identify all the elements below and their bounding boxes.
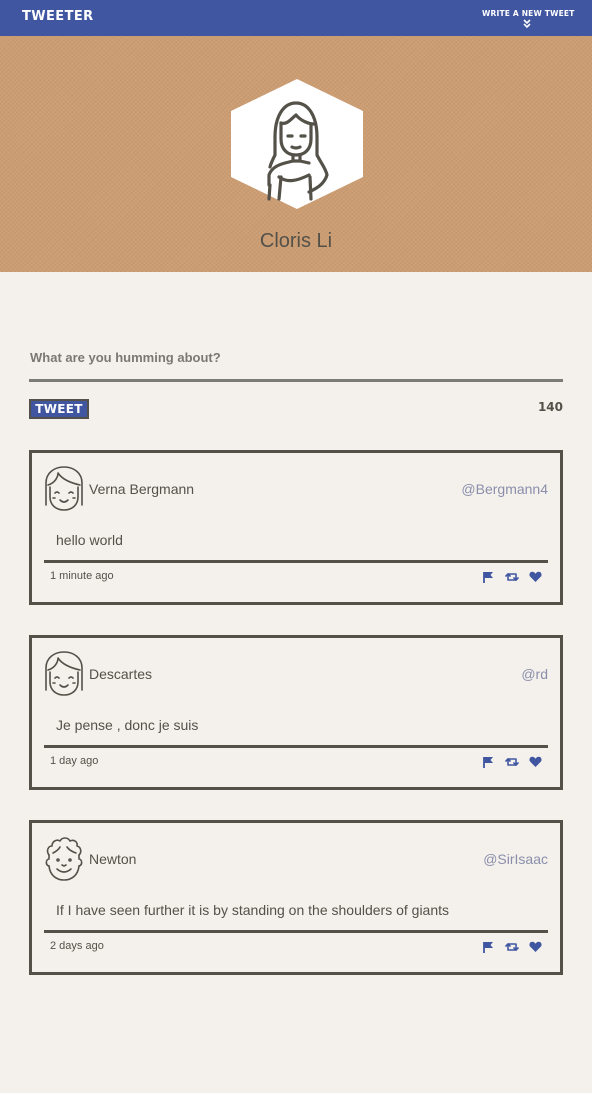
tweet-divider [44, 930, 548, 933]
brand-logo[interactable]: TWEETER [22, 9, 94, 24]
write-new-tweet-toggle[interactable]: WRITE A NEW TWEET [482, 8, 575, 30]
tweet-submit-button[interactable]: TWEET [29, 399, 89, 419]
profile-name: Cloris Li [259, 230, 333, 252]
tweet-timestamp: 2 days ago [50, 940, 104, 952]
tweet-author-name: Newton [89, 851, 137, 867]
tweet-text: Je pense , donc je suis [56, 717, 199, 733]
tweet-text: hello world [56, 532, 123, 548]
tweet-card: Descartes @rd Je pense , donc je suis 1 … [29, 635, 563, 790]
profile-avatar [231, 79, 363, 209]
flag-icon[interactable] [482, 755, 494, 773]
write-new-tweet-label: WRITE A NEW TWEET [482, 9, 575, 18]
profile-header: Cloris Li [0, 36, 592, 272]
double-chevron-down-icon [523, 19, 531, 28]
tweet-author-handle: @Bergmann4 [461, 481, 548, 497]
tweet-author-name: Descartes [89, 666, 153, 682]
top-nav: TWEETER WRITE A NEW TWEET [0, 0, 592, 36]
heart-icon[interactable] [529, 570, 542, 588]
tweet-actions [476, 940, 542, 954]
curly-hair-avatar-icon [45, 837, 83, 881]
heart-icon[interactable] [529, 755, 542, 773]
tweet-composer: TWEET 140 [29, 340, 563, 419]
retweet-icon[interactable] [504, 570, 519, 588]
hexagon-frame [231, 79, 363, 209]
tweet-divider [44, 745, 548, 748]
flag-icon[interactable] [482, 570, 494, 588]
tweet-author-handle: @SirIsaac [483, 851, 548, 867]
tweet-actions [476, 570, 542, 584]
tweet-author-handle: @rd [521, 666, 548, 682]
tweet-timestamp: 1 minute ago [50, 570, 114, 582]
tweet-timestamp: 1 day ago [50, 755, 99, 767]
retweet-icon[interactable] [504, 755, 519, 773]
tweet-divider [44, 560, 548, 563]
heart-icon[interactable] [529, 940, 542, 958]
retweet-icon[interactable] [504, 940, 519, 958]
tweet-text: If I have seen further it is by standing… [56, 902, 450, 918]
flag-icon[interactable] [482, 940, 494, 958]
tweet-author-name: Verna Bergmann [89, 481, 195, 497]
tweet-input[interactable] [29, 340, 563, 382]
girl-bangs-avatar-icon [45, 651, 83, 696]
tweet-card: Verna Bergmann @Bergmann4 hello world 1 … [29, 450, 563, 605]
tweet-actions [476, 755, 542, 769]
tweet-card: Newton @SirIsaac If I have seen further … [29, 820, 563, 975]
girl-bangs-avatar-icon [45, 466, 83, 511]
character-counter: 140 [537, 400, 563, 414]
